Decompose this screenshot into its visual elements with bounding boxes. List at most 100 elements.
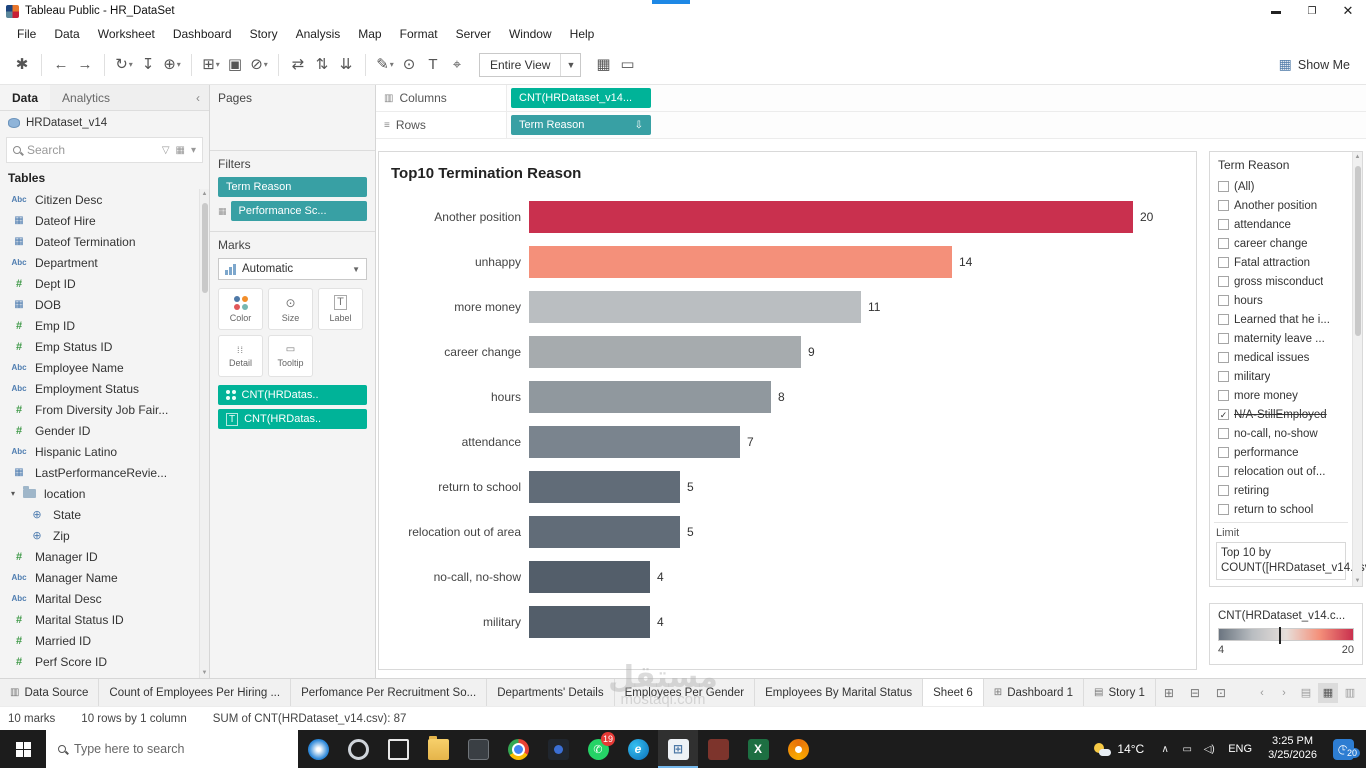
marks-pill-color[interactable]: CNT(HRDatas.. [218,385,367,405]
field-manager-id[interactable]: #Manager ID [0,546,199,567]
clear-sheet-icon[interactable]: ⊘▾ [247,52,271,78]
menu-help[interactable]: Help [561,27,604,41]
checkbox[interactable] [1218,314,1229,325]
menu-format[interactable]: Format [391,27,447,41]
network-icon[interactable]: ▭ [1176,744,1198,755]
field-manager-name[interactable]: AbcManager Name [0,567,199,588]
scroll-down-icon[interactable]: ▼ [202,670,208,676]
new-story-tab-button[interactable]: ⊡ [1208,679,1234,706]
file-explorer-icon[interactable] [418,730,458,768]
view-options-icon[interactable]: ▦ [176,145,185,156]
checkbox[interactable]: ✓ [1218,409,1229,420]
collapse-panel-icon[interactable]: ‹ [187,85,209,110]
chevron-down-icon[interactable]: ▾ [191,145,196,156]
rows-pill[interactable]: Term Reason⇩ [511,115,651,135]
menu-dashboard[interactable]: Dashboard [164,27,241,41]
maximize-button[interactable]: ❐ [1294,0,1330,22]
expand-caret-icon[interactable]: ▾ [8,489,18,498]
swap-rows-columns-icon[interactable]: ⇄ [286,52,310,78]
checkbox[interactable] [1218,352,1229,363]
field-dateof-hire[interactable]: ▦Dateof Hire [0,210,199,231]
whatsapp-icon[interactable]: ✆19 [578,730,618,768]
checkbox[interactable] [1218,466,1229,477]
sheet-tab-data-source[interactable]: ▥Data Source [0,679,99,706]
excel-icon[interactable]: X [738,730,778,768]
filter-item-military[interactable]: military [1214,367,1348,386]
tableau-logo-icon[interactable]: ✱ [10,52,34,78]
undo-icon[interactable]: ← [49,52,73,78]
show-mark-labels-icon[interactable]: T [421,52,445,78]
redo-icon[interactable]: → [73,52,97,78]
sheet-tab-employees-per-gender[interactable]: Employees Per Gender [615,679,756,706]
highlight-icon[interactable]: ✎▾ [373,52,397,78]
chevron-up-icon[interactable]: ∧ [1154,744,1176,755]
filter-item-no-call-no-show[interactable]: no-call, no-show [1214,424,1348,443]
menu-analysis[interactable]: Analysis [287,27,350,41]
columns-shelf[interactable]: ▥ Columns CNT(HRDataset_v14... [376,85,1366,112]
checkbox[interactable] [1218,504,1229,515]
speaker-icon[interactable]: ◁) [1198,744,1220,755]
filter-fields-icon[interactable]: ▽ [162,145,170,156]
menu-window[interactable]: Window [500,27,561,41]
new-worksheet-tab-button[interactable]: ⊞ [1156,679,1182,706]
field-employment-status[interactable]: AbcEmployment Status [0,378,199,399]
action-center-button[interactable]: ◷ 20 [1325,739,1361,760]
field-perf-score-id[interactable]: #Perf Score ID [0,651,199,672]
sheet-tab-story-1[interactable]: ▤Story 1 [1084,679,1156,706]
bar-mark[interactable] [529,336,801,368]
filter-item-gross-misconduct[interactable]: gross misconduct [1214,272,1348,291]
scroll-up-icon[interactable]: ▲ [1355,154,1361,160]
field-marital-status-id[interactable]: #Marital Status ID [0,609,199,630]
taskbar-clock[interactable]: 3:25 PM 3/25/2026 [1260,735,1325,763]
tabs-scroll-left-icon[interactable]: ‹ [1252,683,1272,703]
start-button[interactable] [0,730,46,768]
field-emp-status-id[interactable]: #Emp Status ID [0,336,199,357]
tabs-scroll-right-icon[interactable]: › [1274,683,1294,703]
label-button[interactable]: TLabel [318,288,363,330]
field-lastperformancerevie[interactable]: ▦LastPerformanceRevie... [0,462,199,483]
filter-item-another-position[interactable]: Another position [1214,196,1348,215]
tooltip-button[interactable]: ▭Tooltip [268,335,313,377]
save-icon[interactable]: ↧ [136,52,160,78]
bar-mark[interactable] [529,246,952,278]
mark-type-dropdown[interactable]: Automatic ▼ [218,258,367,280]
rows-shelf[interactable]: ≡ Rows Term Reason⇩ [376,112,1366,139]
app-maroon-icon[interactable] [698,730,738,768]
checkbox[interactable] [1218,276,1229,287]
color-button[interactable]: Color [218,288,263,330]
field-emp-id[interactable]: #Emp ID [0,315,199,336]
new-datasource-icon[interactable]: ⊕▾ [160,52,184,78]
columns-pill[interactable]: CNT(HRDataset_v14... [511,88,651,108]
sheet-tab-perfomance-per-recruitment-so[interactable]: Perfomance Per Recruitment So... [291,679,487,706]
filter-item-more-money[interactable]: more money [1214,386,1348,405]
bar-mark[interactable] [529,516,680,548]
tab-data[interactable]: Data [0,85,50,110]
minimize-button[interactable]: ▬ [1258,0,1294,22]
menu-file[interactable]: File [8,27,45,41]
checkbox[interactable] [1218,428,1229,439]
checkbox[interactable] [1218,200,1229,211]
sheet-tab-dashboard-1[interactable]: ⊞Dashboard 1 [984,679,1084,706]
tableau-taskbar-icon[interactable]: ⊞ [658,730,698,768]
field-state[interactable]: ⊕State [0,504,199,525]
chrome-icon[interactable] [498,730,538,768]
field-marital-desc[interactable]: AbcMarital Desc [0,588,199,609]
menu-server[interactable]: Server [447,27,500,41]
list-view-icon[interactable]: ▥ [1340,683,1360,703]
bar-mark[interactable] [529,606,650,638]
checkbox[interactable] [1218,257,1229,268]
filter-item-all[interactable]: (All) [1214,177,1348,196]
datasource-row[interactable]: HRDataset_v14 [0,111,209,135]
filter-item-relocation-out-of[interactable]: relocation out of... [1214,462,1348,481]
filter-item-performance[interactable]: performance [1214,443,1348,462]
menu-story[interactable]: Story [241,27,287,41]
new-dashboard-tab-button[interactable]: ⊟ [1182,679,1208,706]
scroll-down-icon[interactable]: ▼ [1355,578,1361,584]
filter-item-career-change[interactable]: career change [1214,234,1348,253]
field-zip[interactable]: ⊕Zip [0,525,199,546]
bar-mark[interactable] [529,471,680,503]
scroll-up-icon[interactable]: ▲ [202,191,208,197]
bar-mark[interactable] [529,561,650,593]
field-married-id[interactable]: #Married ID [0,630,199,651]
scrollbar-thumb[interactable] [202,203,208,293]
